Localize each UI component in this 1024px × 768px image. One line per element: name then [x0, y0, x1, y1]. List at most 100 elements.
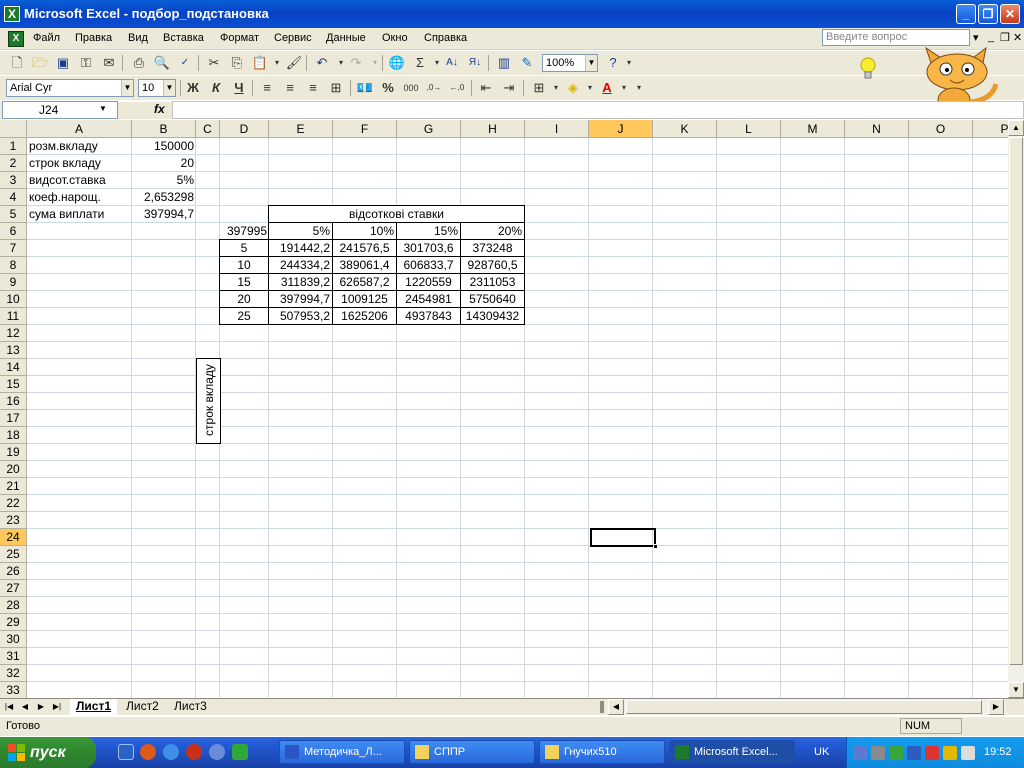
opera-icon[interactable] — [186, 744, 202, 760]
workbook-minimize-button[interactable]: _ — [988, 31, 994, 43]
cell-g11[interactable]: 4937843 — [396, 307, 461, 325]
menu-tools[interactable]: Сервис — [274, 32, 312, 44]
formula-input[interactable] — [172, 101, 1024, 119]
cell-f9[interactable]: 626587,2 — [332, 273, 397, 291]
cell-h11[interactable]: 14309432 — [460, 307, 525, 325]
row-header-23[interactable]: 23 — [0, 512, 27, 529]
cell-f6[interactable]: 10% — [332, 222, 397, 240]
cell-a4[interactable]: коеф.нарощ. — [27, 189, 132, 206]
fill-color-dropdown-icon[interactable]: ▾ — [581, 79, 599, 97]
scroll-down-icon[interactable]: ▼ — [1008, 682, 1024, 698]
column-header-n[interactable]: N — [845, 120, 909, 138]
cut-icon[interactable]: ✂ — [205, 54, 223, 72]
tab-split-handle[interactable] — [600, 701, 604, 713]
network-icon[interactable] — [853, 746, 867, 760]
thousands-separator-icon[interactable]: 000 — [402, 79, 420, 97]
quick-launch-icon-1[interactable] — [118, 744, 134, 760]
row-header-2[interactable]: 2 — [0, 155, 27, 172]
column-header-l[interactable]: L — [717, 120, 781, 138]
bold-button[interactable]: Ж — [184, 79, 202, 97]
chart-wizard-icon[interactable]: ▥ — [495, 54, 513, 72]
cell-e11[interactable]: 507953,2 — [268, 307, 333, 325]
decrease-indent-icon[interactable]: ⇤ — [477, 79, 495, 97]
align-center-icon[interactable]: ≡ — [281, 79, 299, 97]
lightbulb-icon[interactable] — [858, 56, 878, 82]
row-header-20[interactable]: 20 — [0, 461, 27, 478]
row-header-16[interactable]: 16 — [0, 393, 27, 410]
font-name-select[interactable]: Arial Cyr ▼ — [6, 79, 134, 97]
drawing-icon[interactable]: ✎ — [518, 54, 536, 72]
scroll-left-icon[interactable]: ◀ — [608, 699, 624, 715]
row-header-14[interactable]: 14 — [0, 359, 27, 376]
redo-icon[interactable]: ↷ — [347, 54, 365, 72]
underline-button[interactable]: Ч — [230, 79, 248, 97]
row-header-8[interactable]: 8 — [0, 257, 27, 274]
copy-icon[interactable]: ⎘ — [228, 54, 246, 72]
row-header-13[interactable]: 13 — [0, 342, 27, 359]
cell-e9[interactable]: 311839,2 — [268, 273, 333, 291]
cell-a5[interactable]: сума виплати — [27, 206, 132, 223]
column-header-f[interactable]: F — [333, 120, 397, 138]
email-icon[interactable]: ✉ — [100, 54, 118, 72]
row-header-28[interactable]: 28 — [0, 597, 27, 614]
menu-insert[interactable]: Вставка — [163, 32, 204, 44]
row-header-32[interactable]: 32 — [0, 665, 27, 682]
italic-button[interactable]: К — [207, 79, 225, 97]
print-preview-icon[interactable]: 🔍 — [153, 54, 171, 72]
sort-ascending-icon[interactable]: A↓ — [443, 54, 461, 72]
column-header-o[interactable]: O — [909, 120, 973, 138]
save-icon[interactable]: ▣ — [54, 54, 72, 72]
row-header-22[interactable]: 22 — [0, 495, 27, 512]
volume-icon[interactable] — [961, 746, 975, 760]
column-header-g[interactable]: G — [397, 120, 461, 138]
permission-icon[interactable]: ⚿ — [77, 54, 95, 72]
cell-h9[interactable]: 2311053 — [460, 273, 525, 291]
cell-f7[interactable]: 241576,5 — [332, 239, 397, 257]
new-icon[interactable]: 🗋 — [8, 54, 26, 72]
tray-icon-2[interactable] — [871, 746, 885, 760]
workbook-restore-button[interactable]: ❐ — [1000, 31, 1010, 44]
hyperlink-icon[interactable]: 🌐 — [388, 54, 406, 72]
column-header-p[interactable]: P — [973, 120, 1008, 138]
row-header-27[interactable]: 27 — [0, 580, 27, 597]
last-sheet-icon[interactable]: ▶| — [50, 700, 64, 714]
menu-data[interactable]: Данные — [326, 32, 366, 44]
cell-b5[interactable]: 397994,7 — [132, 206, 196, 223]
next-sheet-icon[interactable]: ▶ — [34, 700, 48, 714]
monitor-icon[interactable] — [907, 746, 921, 760]
row-header-9[interactable]: 9 — [0, 274, 27, 291]
decrease-decimal-icon[interactable]: ←,0 — [448, 79, 466, 97]
row-header-12[interactable]: 12 — [0, 325, 27, 342]
row-header-33[interactable]: 33 — [0, 682, 27, 698]
align-right-icon[interactable]: ≡ — [304, 79, 322, 97]
row-header-24[interactable]: 24 — [0, 529, 27, 546]
row-header-26[interactable]: 26 — [0, 563, 27, 580]
chevron-down-icon[interactable]: ▼ — [163, 80, 175, 96]
name-box-dropdown-icon[interactable]: ▼ — [99, 104, 107, 113]
borders-dropdown-icon[interactable]: ▾ — [547, 79, 565, 97]
cell-d8[interactable]: 10 — [219, 256, 269, 274]
prev-sheet-icon[interactable]: ◀ — [18, 700, 32, 714]
toolbar-options-icon[interactable]: ▾ — [620, 54, 638, 72]
cell-b4[interactable]: 2,653298 — [132, 189, 196, 206]
cell-h7[interactable]: 373248 — [460, 239, 525, 257]
horizontal-scrollbar[interactable]: ◀ ▶ — [606, 699, 1006, 715]
menu-format[interactable]: Формат — [220, 32, 259, 44]
select-all-corner[interactable] — [0, 120, 27, 138]
cell-e6[interactable]: 5% — [268, 222, 333, 240]
column-header-b[interactable]: B — [132, 120, 196, 138]
cell-d9[interactable]: 15 — [219, 273, 269, 291]
workbook-icon[interactable]: X — [8, 31, 24, 47]
font-size-select[interactable]: 10 ▼ — [138, 79, 176, 97]
tray-icon-6[interactable] — [943, 746, 957, 760]
row-header-31[interactable]: 31 — [0, 648, 27, 665]
spelling-icon[interactable]: ✓ — [176, 54, 194, 72]
workbook-close-button[interactable]: ✕ — [1013, 31, 1022, 44]
cell-g9[interactable]: 1220559 — [396, 273, 461, 291]
row-header-21[interactable]: 21 — [0, 478, 27, 495]
column-header-d[interactable]: D — [220, 120, 269, 138]
undo-icon[interactable]: ↶ — [313, 54, 331, 72]
cell-f11[interactable]: 1625206 — [332, 307, 397, 325]
borders-icon[interactable]: ⊞ — [530, 79, 548, 97]
column-header-k[interactable]: K — [653, 120, 717, 138]
